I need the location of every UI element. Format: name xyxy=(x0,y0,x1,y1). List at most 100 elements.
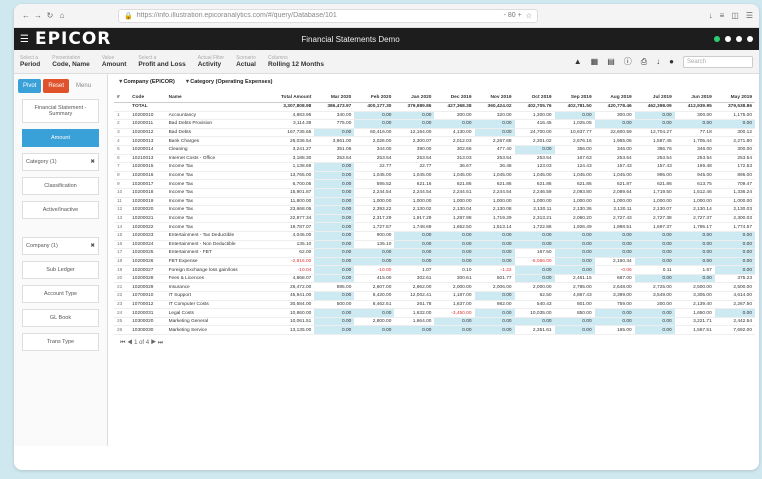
column-header[interactable]: Jul 2019 xyxy=(634,93,675,103)
menu-dot-icon[interactable] xyxy=(725,36,731,42)
pivot-field[interactable]: Classification xyxy=(22,177,99,195)
table-row[interactable]: 2 10200011 Bad Debts Provision 3,114.39 775.… xyxy=(114,119,755,129)
table-cell: 0.00 xyxy=(314,231,355,241)
table-row[interactable]: 14 10200022 Income Tax 19,787.07 0.00 1,727.5… xyxy=(114,222,755,232)
pagination[interactable]: ⏮ ◀ 1 of 4 ▶ ⏭ xyxy=(120,340,755,347)
reload-icon[interactable]: ↻ xyxy=(44,11,56,20)
column-header[interactable]: Feb 2020 xyxy=(354,93,395,103)
print-icon[interactable]: ⎙ xyxy=(641,57,647,67)
column-header[interactable]: May 2019 xyxy=(714,93,755,103)
table-cell: 412,939.95 xyxy=(674,102,715,112)
table-cell: 0.00 xyxy=(314,222,355,232)
column-header[interactable]: Nov 2019 xyxy=(474,93,515,103)
toolbar-selector[interactable]: Value Amount xyxy=(102,55,127,68)
forward-icon[interactable]: → xyxy=(32,11,44,20)
info-icon[interactable]: ⓘ xyxy=(624,56,632,67)
tab-pivot[interactable]: Pivot xyxy=(18,79,42,93)
tab-menu[interactable]: Menu xyxy=(71,79,96,93)
pivot-field[interactable]: Trans Type xyxy=(22,333,99,351)
table-row[interactable]: 17 10200025 Entertainment - FBT 62.00 0.00 0.… xyxy=(114,248,755,258)
download-icon[interactable]: ↓ xyxy=(709,11,713,20)
table-cell: 10200025 xyxy=(129,248,166,258)
zoom-level[interactable]: - 80 + xyxy=(504,12,522,19)
table-row[interactable]: 8 10200016 Income Tax 13,765.00 0.00 1,045.00… xyxy=(114,171,755,181)
browser-menu-icon[interactable]: ☰ xyxy=(746,11,753,20)
grid-view-icon[interactable]: ▦ xyxy=(591,57,599,66)
table-row[interactable]: 22 10700010 IT Support 45,941.00 0.00 8,420.0… xyxy=(114,291,755,301)
table-row[interactable]: 24 10200031 Legal Costs 10,860.00 0.00 0.00 1,… xyxy=(114,308,755,318)
toolbar-selector[interactable]: Select a Profit and Loss xyxy=(138,55,185,68)
toolbar-selector[interactable]: Actual Filter Activity xyxy=(198,55,224,68)
toolbar-selector[interactable]: Columns Rolling 12 Months xyxy=(268,55,324,68)
toolbar-selector[interactable]: Scenario Actual xyxy=(236,55,256,68)
table-row[interactable]: 10 10200018 Income Tax 15,901.87 0.00 2,244.5… xyxy=(114,188,755,198)
bookmark-star-icon[interactable]: ☆ xyxy=(526,12,532,20)
back-icon[interactable]: ← xyxy=(20,11,32,20)
table-row[interactable]: 9 10200017 Income Tax 6,700.05 0.00 595.52 621… xyxy=(114,179,755,189)
settings-icon[interactable] xyxy=(747,36,753,42)
download-report-icon[interactable]: ↓ xyxy=(656,57,660,66)
table-row[interactable]: 19 10200027 Foreign Exchange loss gain/los… xyxy=(114,265,755,275)
column-header[interactable]: Mar 2020 xyxy=(314,93,355,103)
table-row[interactable]: 12 10200020 Income Tax 23,668.05 0.00 2,393.2… xyxy=(114,205,755,215)
column-header[interactable]: Total Amount xyxy=(265,93,315,103)
table-row[interactable]: 18 10200026 FBT Expense -2,816.00 0.00 0.00 0.… xyxy=(114,257,755,267)
remove-filter-icon[interactable]: ✖ xyxy=(90,159,95,165)
column-header[interactable]: Sep 2019 xyxy=(554,93,595,103)
column-header[interactable]: Aug 2019 xyxy=(594,93,635,103)
total-row[interactable]: TOTAL 3,307,808.98 386,473.97 400,177.30 379… xyxy=(114,102,755,112)
table-row[interactable]: 4 10200013 Bank Charges 26,036.54 3,961.00 2,… xyxy=(114,136,755,146)
table-row[interactable]: 5 10200014 Cleaning 3,241.27 351.06 344.00 390… xyxy=(114,145,755,155)
pivot-field[interactable]: Amount xyxy=(22,129,99,147)
report-title[interactable]: Financial Statement - Summary xyxy=(22,99,99,123)
column-header[interactable]: Dec 2019 xyxy=(434,93,475,103)
library-icon[interactable]: ≡ xyxy=(720,11,725,20)
hamburger-icon[interactable]: ☰ xyxy=(20,34,30,45)
table-cell: 10200012 xyxy=(129,128,166,138)
table-row[interactable]: 7 10200015 Income Tax 1,138.69 0.00 22.77 22.7… xyxy=(114,162,755,172)
home-icon[interactable]: ⌂ xyxy=(56,11,68,20)
pivot-field[interactable]: Active/Inactive xyxy=(22,201,99,219)
filter-company[interactable]: ▼Company (EPICOR) xyxy=(118,79,175,85)
user-icon[interactable]: ● xyxy=(669,57,674,66)
toolbar-selector[interactable]: Presentation Code, Name xyxy=(52,55,90,68)
pivot-field[interactable]: Account Type xyxy=(22,285,99,303)
pivot-field[interactable]: GL Book xyxy=(22,309,99,327)
table-cell: 253.54 xyxy=(314,154,355,164)
table-row[interactable]: 25 10300020 Marketing General 10,061.51 0.00… xyxy=(114,317,755,327)
search-input[interactable]: Search xyxy=(683,55,753,68)
toolbar-selector[interactable]: Select a Period xyxy=(20,55,40,68)
pivot-field[interactable]: Company (1) ✖ xyxy=(22,237,99,255)
sidebar-icon[interactable]: ◫ xyxy=(731,11,739,20)
remove-filter-icon[interactable]: ✖ xyxy=(90,243,95,249)
pivot-field[interactable]: Sub Ledger xyxy=(22,261,99,279)
table-cell: 8,420.00 xyxy=(354,291,395,301)
column-header[interactable]: Oct 2019 xyxy=(514,93,555,103)
table-row[interactable]: 13 10200021 Income Tax 22,877.34 0.00 2,317.2… xyxy=(114,214,755,224)
table-row[interactable]: 3 10200012 Bad Debts 167,735.65 0.00 60,416.0… xyxy=(114,128,755,138)
pin-icon[interactable]: ▲ xyxy=(574,57,582,66)
column-header[interactable]: Jun 2019 xyxy=(674,93,715,103)
table-row[interactable]: 23 10700012 IT Computer Costs 30,684.00 500.… xyxy=(114,300,755,310)
reset-button[interactable]: Reset xyxy=(43,79,70,93)
table-row[interactable]: 16 10200024 Entertainment - Non Deductible… xyxy=(114,240,755,250)
table-row[interactable]: 21 10200029 Insurance 28,472.00 895.00 2,607.… xyxy=(114,282,755,293)
table-cell: 0.00 xyxy=(474,317,515,327)
table-cell: 0.00 xyxy=(314,179,355,189)
column-header[interactable]: Code xyxy=(129,93,166,103)
pivot-field[interactable]: Category (1) ✖ xyxy=(22,153,99,171)
notification-icon[interactable] xyxy=(736,36,742,42)
table-row[interactable]: 1 10200010 Accountancy 4,883.95 340.00 0.00 0.… xyxy=(114,111,755,121)
filter-category[interactable]: ▼Category (Operating Expenses) xyxy=(185,79,273,85)
table-row[interactable]: 15 10200023 Entertainment - Tax Deductible… xyxy=(114,231,755,241)
table-row[interactable]: 20 10200028 Fees & Licences 4,868.07 0.00 415… xyxy=(114,274,755,284)
table-row[interactable]: 26 10300030 Marketing Service 13,135.00 0.00… xyxy=(114,325,755,336)
table-row[interactable]: 6 10210013 Internet Costs - Office 3,188.30… xyxy=(114,154,755,164)
address-bar[interactable]: 🔒 https://info.illustration.epicoranalyt… xyxy=(118,8,538,23)
table-cell: 10200022 xyxy=(129,222,166,232)
column-header[interactable]: # xyxy=(114,93,130,103)
chart-view-icon[interactable]: ▤ xyxy=(607,57,615,66)
column-header[interactable]: Name xyxy=(165,93,266,103)
column-header[interactable]: Jan 2020 xyxy=(394,93,435,103)
table-row[interactable]: 11 10200019 Income Tax 11,800.00 0.00 1,000.0… xyxy=(114,197,755,207)
